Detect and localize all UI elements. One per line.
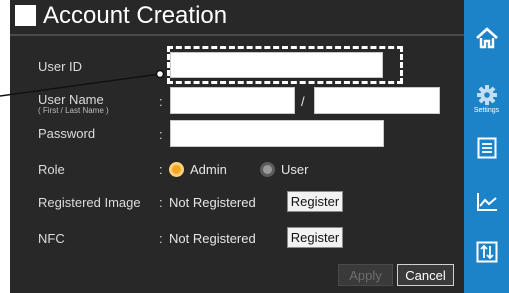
title-bar: Account Creation: [10, 0, 464, 36]
registered-image-colon: :: [159, 195, 163, 210]
sidebar: Settings: [464, 0, 509, 293]
nfc-colon: :: [159, 231, 163, 246]
nfc-status: Not Registered: [169, 231, 256, 246]
registered-image-label: Registered Image: [38, 195, 141, 210]
home-icon: [475, 27, 498, 49]
sidebar-transfer-button[interactable]: [464, 234, 509, 270]
register-nfc-button[interactable]: Register: [287, 227, 343, 248]
transfer-icon: [476, 241, 497, 263]
nfc-label: NFC: [38, 231, 65, 246]
list-icon: [477, 137, 496, 159]
password-label: Password: [38, 126, 96, 141]
gear-icon: [476, 85, 497, 105]
registered-image-status: Not Registered: [169, 195, 256, 210]
user-id-label: User ID: [38, 59, 83, 74]
role-label: Role: [38, 162, 65, 177]
user-radio[interactable]: [260, 162, 275, 177]
title-square-icon: [15, 5, 36, 26]
last-name-input[interactable]: [314, 87, 440, 114]
apply-button[interactable]: Apply: [338, 264, 393, 286]
user-name-sublabel: ( First / Last Name ): [38, 106, 109, 115]
sidebar-chart-button[interactable]: [464, 184, 509, 220]
first-name-input[interactable]: [170, 87, 295, 114]
name-separator: /: [301, 94, 305, 109]
admin-radio[interactable]: [169, 162, 184, 177]
sidebar-home-button[interactable]: [464, 20, 509, 56]
sidebar-list-button[interactable]: [464, 130, 509, 166]
user-radio-label: User: [281, 162, 309, 177]
password-input[interactable]: [170, 120, 384, 147]
cancel-button[interactable]: Cancel: [397, 264, 454, 286]
sidebar-settings-button[interactable]: Settings: [464, 74, 509, 124]
account-creation-panel: Account Creation User ID User Name ( Fir…: [10, 0, 464, 293]
page-title: Account Creation: [43, 2, 228, 29]
user-name-colon: :: [159, 94, 163, 109]
password-colon: :: [159, 127, 163, 142]
register-image-button[interactable]: Register: [287, 191, 343, 212]
chart-icon: [476, 193, 497, 211]
role-colon: :: [159, 162, 163, 177]
settings-label: Settings: [473, 107, 500, 114]
user-id-input[interactable]: [170, 52, 383, 78]
admin-radio-label: Admin: [190, 162, 227, 177]
user-name-label: User Name: [38, 92, 104, 107]
